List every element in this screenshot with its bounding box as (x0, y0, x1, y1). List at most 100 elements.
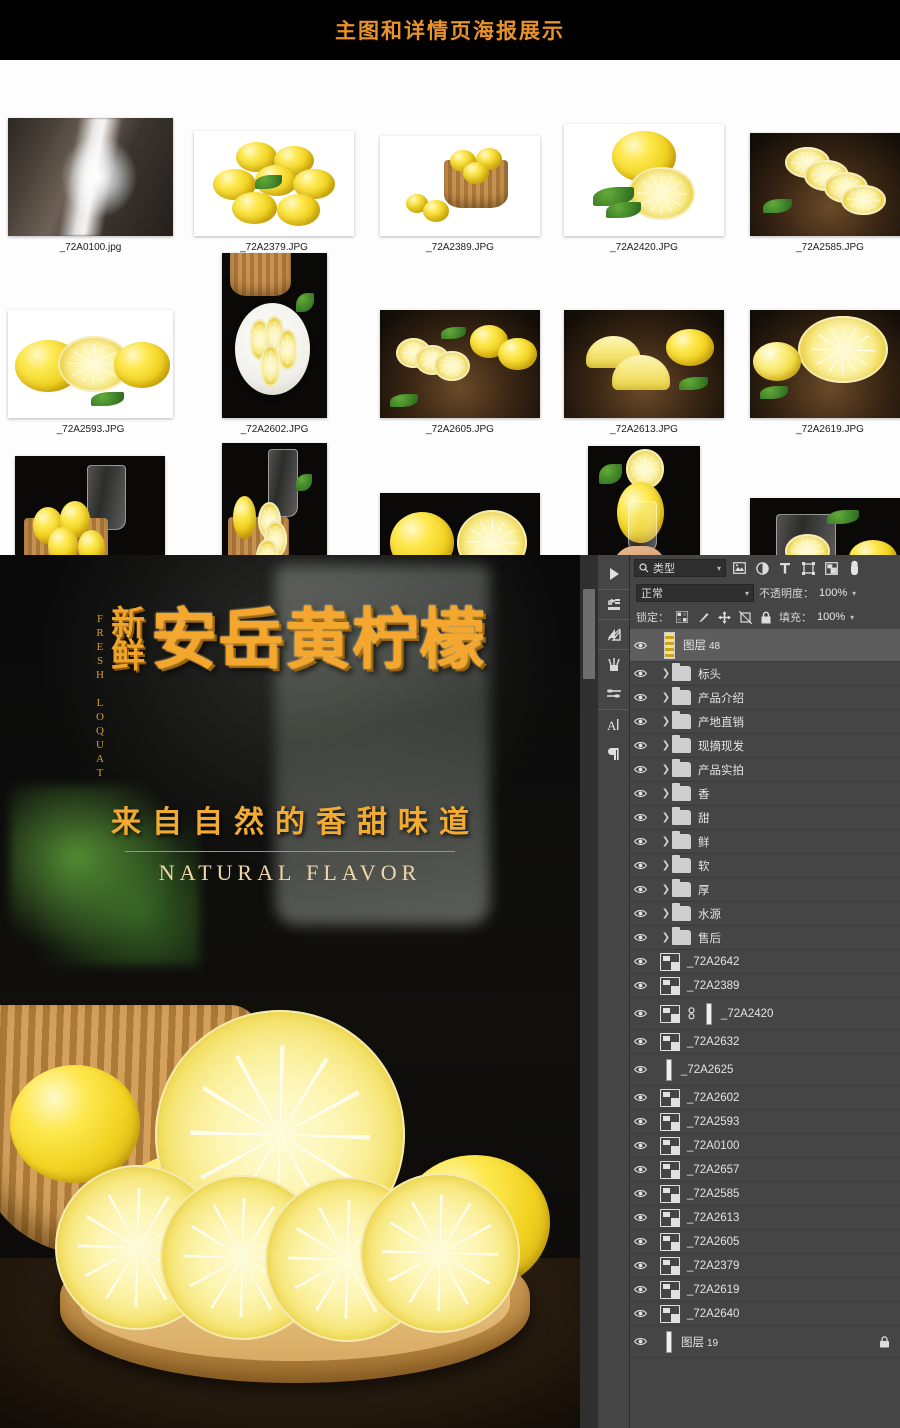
layer-filter-type-select[interactable]: 类型 ▾ (634, 559, 726, 577)
gallery-item[interactable]: _72A2642.JPG (588, 446, 700, 555)
group-expand-chevron-icon[interactable]: ❯ (660, 716, 672, 727)
gallery-item[interactable]: _72A2389.JPG (380, 136, 540, 253)
smart-object-thumbnail[interactable] (660, 1136, 680, 1155)
gallery-item[interactable]: _72A2585.JPG (750, 133, 900, 253)
lock-image-pixels-icon[interactable] (695, 609, 711, 625)
layer-row[interactable]: ❯ 标头 (630, 662, 900, 686)
layer-visibility-toggle[interactable] (634, 1285, 660, 1294)
layer-row[interactable]: ❯ 产地直销 (630, 710, 900, 734)
smart-object-thumbnail[interactable] (660, 1184, 680, 1203)
layer-row[interactable]: _72A2389 (630, 974, 900, 998)
layer-visibility-toggle[interactable] (634, 1037, 660, 1046)
layer-visibility-toggle[interactable] (634, 957, 660, 966)
layer-row[interactable]: ❯ 产品介绍 (630, 686, 900, 710)
brush-settings-icon[interactable] (598, 679, 629, 709)
document-scrollbar[interactable] (580, 555, 598, 1428)
layer-row[interactable]: 图层 48 (630, 629, 900, 662)
gallery-thumbnail[interactable] (750, 133, 900, 236)
gallery-item[interactable]: _72A2632.JPG (222, 443, 327, 555)
opacity-slider-chevron-icon[interactable]: ▾ (852, 589, 856, 598)
smart-object-thumbnail[interactable] (660, 1032, 680, 1051)
smart-object-thumbnail[interactable] (660, 1160, 680, 1179)
smart-object-thumbnail[interactable] (660, 1088, 680, 1107)
layer-row[interactable]: 图层 19 (630, 1326, 900, 1358)
layer-row[interactable]: _72A2585 (630, 1182, 900, 1206)
layer-row[interactable]: _72A0100 (630, 1134, 900, 1158)
smart-object-thumbnail[interactable] (660, 1304, 680, 1323)
lock-all-icon[interactable] (758, 609, 774, 625)
layer-row[interactable]: ❯ 鲜 (630, 830, 900, 854)
filter-toggle-icon[interactable] (844, 559, 864, 577)
gallery-thumbnail[interactable] (564, 310, 724, 418)
layer-visibility-toggle[interactable] (634, 933, 660, 942)
layer-visibility-toggle[interactable] (634, 669, 660, 678)
layer-thumbnail[interactable] (664, 631, 675, 659)
layer-row[interactable]: _72A2420 (630, 998, 900, 1030)
gallery-item[interactable]: _72A2625.JPG (15, 456, 165, 555)
layer-row[interactable]: _72A2657 (630, 1158, 900, 1182)
layer-row[interactable]: ❯ 售后 (630, 926, 900, 950)
gallery-item[interactable]: _72A2619.JPG (750, 310, 900, 435)
smart-object-thumbnail[interactable] (660, 1112, 680, 1131)
group-expand-chevron-icon[interactable]: ❯ (660, 668, 672, 679)
layer-visibility-toggle[interactable] (634, 641, 660, 650)
gallery-thumbnail[interactable] (380, 310, 540, 418)
pixel-layer-filter-icon[interactable] (729, 559, 749, 577)
layer-lock-icon[interactable] (879, 1335, 890, 1348)
layer-row[interactable]: _72A2379 (630, 1254, 900, 1278)
gallery-thumbnail[interactable] (588, 446, 700, 555)
layer-visibility-toggle[interactable] (634, 861, 660, 870)
layer-visibility-toggle[interactable] (634, 1237, 660, 1246)
layer-visibility-toggle[interactable] (634, 717, 660, 726)
gallery-item[interactable]: _72A0100.jpg (8, 118, 173, 253)
layer-visibility-toggle[interactable] (634, 1165, 660, 1174)
lock-transparent-pixels-icon[interactable] (674, 609, 690, 625)
group-expand-chevron-icon[interactable]: ❯ (660, 740, 672, 751)
layer-list[interactable]: 图层 48 ❯ 标头 ❯ 产品介绍 ❯ 产地直销 ❯ 现摘现发 ❯ 产品实拍 ❯ 香 ❯ 甜 ❯ 鲜 ❯ 软 ❯ 厚 ❯ 水源… (630, 629, 900, 1394)
gallery-item[interactable]: _72A2593.JPG (8, 310, 173, 435)
gallery-item[interactable]: _72A2613.JPG (564, 310, 724, 435)
layer-visibility-toggle[interactable] (634, 1065, 660, 1074)
layer-row[interactable]: _72A2625 (630, 1054, 900, 1086)
shape-layer-filter-icon[interactable] (798, 559, 818, 577)
gallery-thumbnail[interactable] (380, 493, 540, 555)
group-expand-chevron-icon[interactable]: ❯ (660, 932, 672, 943)
smart-object-thumbnail[interactable] (660, 952, 680, 971)
layer-visibility-toggle[interactable] (634, 813, 660, 822)
layer-visibility-toggle[interactable] (634, 1009, 660, 1018)
layer-visibility-toggle[interactable] (634, 885, 660, 894)
layer-row[interactable]: _72A2632 (630, 1030, 900, 1054)
layer-visibility-toggle[interactable] (634, 693, 660, 702)
gallery-thumbnail[interactable] (194, 131, 354, 236)
gallery-thumbnail[interactable] (15, 456, 165, 555)
layer-row[interactable]: ❯ 软 (630, 854, 900, 878)
layer-visibility-toggle[interactable] (634, 1309, 660, 1318)
character-panel-icon[interactable]: A (598, 709, 629, 739)
smart-object-thumbnail[interactable] (660, 976, 680, 995)
gallery-thumbnail[interactable] (8, 118, 173, 236)
layer-visibility-toggle[interactable] (634, 765, 660, 774)
layer-visibility-toggle[interactable] (634, 1117, 660, 1126)
lock-position-icon[interactable] (716, 609, 732, 625)
smart-object-filter-icon[interactable] (821, 559, 841, 577)
layer-row[interactable]: ❯ 现摘现发 (630, 734, 900, 758)
group-expand-chevron-icon[interactable]: ❯ (660, 764, 672, 775)
adjustments-panel-icon[interactable] (598, 619, 629, 649)
layer-thumbnail[interactable] (666, 1330, 672, 1353)
gallery-thumbnail[interactable] (564, 124, 724, 236)
layer-row[interactable]: _72A2605 (630, 1230, 900, 1254)
brushes-panel-icon[interactable] (598, 649, 629, 679)
group-expand-chevron-icon[interactable]: ❯ (660, 908, 672, 919)
gallery-thumbnail[interactable] (750, 498, 900, 555)
layer-visibility-toggle[interactable] (634, 789, 660, 798)
layer-visibility-toggle[interactable] (634, 1213, 660, 1222)
gallery-item[interactable]: _72A2420.JPG (564, 124, 724, 253)
layer-visibility-toggle[interactable] (634, 909, 660, 918)
group-expand-chevron-icon[interactable]: ❯ (660, 860, 672, 871)
layer-row[interactable]: ❯ 产品实拍 (630, 758, 900, 782)
link-icon[interactable] (687, 1007, 700, 1020)
layer-visibility-toggle[interactable] (634, 1189, 660, 1198)
3d-panel-icon[interactable] (598, 589, 629, 619)
paragraph-panel-icon[interactable] (598, 739, 629, 769)
gallery-thumbnail[interactable] (222, 253, 327, 418)
